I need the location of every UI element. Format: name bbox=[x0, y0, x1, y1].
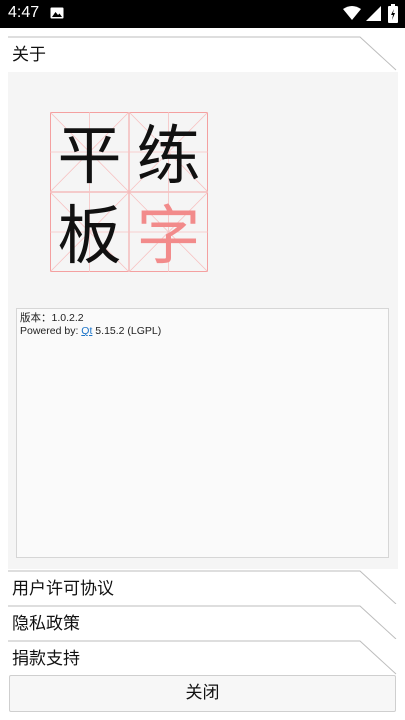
tab-privacy-policy[interactable]: 隐私政策 bbox=[0, 604, 405, 640]
powered-by-line: Powered by: Qt 5.15.2 (LGPL) bbox=[20, 325, 385, 338]
status-bar: 4:47 bbox=[0, 0, 405, 28]
wifi-icon bbox=[343, 6, 361, 20]
tab-donate-label: 捐款支持 bbox=[12, 649, 80, 669]
tab-about[interactable]: 关于 bbox=[0, 35, 405, 71]
tab-about-label: 关于 bbox=[12, 45, 46, 65]
powered-by-prefix: Powered by: bbox=[20, 325, 82, 337]
tab-outline bbox=[8, 36, 397, 71]
tab-user-license[interactable]: 用户许可协议 bbox=[0, 569, 405, 605]
tab-user-license-label: 用户许可协议 bbox=[12, 579, 114, 599]
logo-char-4: 字 bbox=[137, 200, 201, 272]
logo-char-3: 板 bbox=[58, 200, 122, 272]
tab-donate[interactable]: 捐款支持 bbox=[0, 639, 405, 675]
image-notification-icon bbox=[50, 7, 64, 19]
status-time: 4:47 bbox=[8, 4, 40, 21]
tab-privacy-policy-label: 隐私政策 bbox=[12, 614, 80, 634]
powered-by-suffix: 5.15.2 (LGPL) bbox=[92, 325, 162, 337]
battery-icon bbox=[388, 4, 398, 23]
app-logo: 平 练 板 字 bbox=[50, 112, 208, 272]
version-text: 版本：1.0.2.2 bbox=[20, 312, 84, 324]
close-button[interactable]: 关闭 bbox=[9, 675, 396, 712]
info-box: 版本：1.0.2.2 Powered by: Qt 5.15.2 (LGPL) bbox=[16, 308, 389, 558]
about-panel: 平 练 板 字 版本：1.0.2.2 Powered by: Qt 5.15.2… bbox=[8, 72, 398, 570]
signal-icon bbox=[366, 6, 381, 21]
logo-char-2: 练 bbox=[137, 120, 201, 194]
logo-char-1: 平 bbox=[58, 120, 122, 194]
qt-link[interactable]: Qt bbox=[81, 325, 92, 337]
